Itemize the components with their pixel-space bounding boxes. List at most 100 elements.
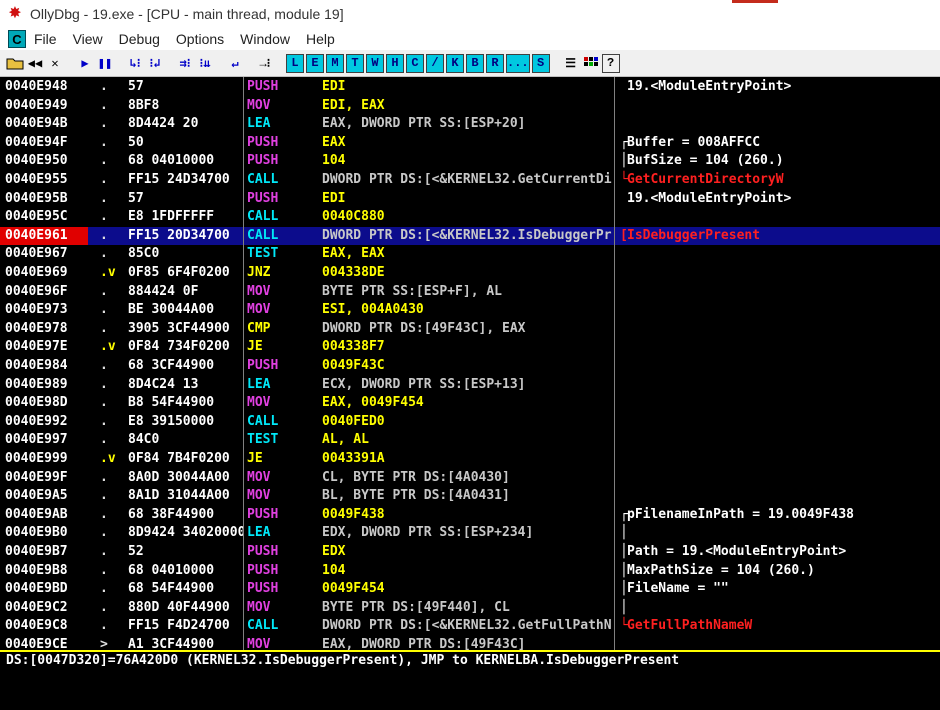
disassembly-row[interactable]: 0040E94F. 50 PUSH EAX ┌ Buffer = 008AFFCC <box>0 134 940 153</box>
column-divider-hex[interactable] <box>243 77 244 650</box>
mnemonic-cell: MOV <box>247 283 271 299</box>
comment-bracket: └ <box>620 618 628 634</box>
comment-cell: Path = 19.<ModuleEntryPoint> <box>627 544 847 559</box>
flow-marker: .v <box>100 451 116 466</box>
operands-cell: 0043391A <box>322 451 385 466</box>
toolbar-log-button[interactable]: L <box>286 53 304 73</box>
menu-view[interactable]: View <box>73 31 103 47</box>
disassembly-row[interactable]: 0040E98D. B8 54F44900 MOV EAX, 0049F454 <box>0 394 940 413</box>
disassembly-row[interactable]: 0040E9B8. 68 04010000 PUSH 104 │ MaxPathSize … <box>0 562 940 581</box>
toolbar-runtrace-button[interactable]: ... <box>506 53 530 73</box>
flow-marker: > <box>100 637 108 650</box>
toolbar-threads-button[interactable]: T <box>346 53 364 73</box>
menu-options[interactable]: Options <box>176 31 224 47</box>
toolbar-patches-button[interactable]: / <box>426 53 444 73</box>
trace-over-icon[interactable]: ⁝⇊ <box>196 54 214 73</box>
operands-cell: DWORD PTR DS:[49F43C], EAX <box>322 320 526 336</box>
disassembly-row[interactable]: 0040E997. 84C0 TEST AL, AL <box>0 431 940 450</box>
hex-dump-cell: 8D4C24 13 <box>128 376 199 392</box>
disassembly-row[interactable]: 0040E9AB. 68 38F44900 PUSH 0049F438 ┌ pFilena… <box>0 506 940 525</box>
address-cell: 0040E95B <box>5 190 68 206</box>
toolbar-executables-button[interactable]: E <box>306 53 324 73</box>
disassembly-row[interactable]: 0040E95C. E8 1FDFFFFF CALL 0040C880 <box>0 208 940 227</box>
mnemonic-cell: TEST <box>247 246 279 262</box>
flow-marker: . <box>100 246 108 262</box>
disassembly-row[interactable]: 0040E984. 68 3CF44900 PUSH 0049F43C <box>0 357 940 376</box>
toolbar-source-button[interactable]: S <box>531 53 550 73</box>
comment-bracket: ┌ <box>620 134 628 150</box>
address-cell: 0040E948 <box>5 79 68 94</box>
disassembly-row[interactable]: 0040E948. 57 PUSH EDI 19.<ModuleEntryPoint> <box>0 78 940 97</box>
toolbar-breakpoints-button[interactable]: B <box>466 53 484 73</box>
disassembly-row[interactable]: 0040E989. 8D4C24 13 LEA ECX, DWORD PTR SS:[… <box>0 376 940 395</box>
disassembly-row[interactable]: 0040E95B. 57 PUSH EDI 19.<ModuleEntryPoint> <box>0 190 940 209</box>
disassembly-row[interactable]: 0040E969 .v 0F85 6F4F0200 JNZ 004338DE <box>0 264 940 283</box>
comment-cell: Buffer = 008AFFCC <box>627 134 761 150</box>
flow-marker: . <box>100 302 108 318</box>
menu-debug[interactable]: Debug <box>119 31 160 47</box>
help-icon[interactable]: ? <box>601 53 620 73</box>
toolbar-windows-button[interactable]: W <box>366 53 384 73</box>
step-into-icon[interactable]: ↳⁝ <box>126 54 144 73</box>
disassembly-row[interactable]: 0040E9A5. 8A1D 31044A00 MOV BL, BYTE PTR DS… <box>0 487 940 506</box>
appearance-grid-icon[interactable] <box>582 54 600 73</box>
run-icon[interactable]: ▶ <box>76 54 94 73</box>
operands-cell: EAX, DWORD PTR SS:[ESP+20] <box>322 116 526 132</box>
disassembly-row[interactable]: 0040E950. 68 04010000 PUSH 104 │ BufSize = 10… <box>0 152 940 171</box>
disassembly-row[interactable]: 0040E9B0. 8D9424 34020000 LEA EDX, DWORD PT… <box>0 524 940 543</box>
menu-help[interactable]: Help <box>306 31 335 47</box>
hex-dump-cell: 8D4424 20 <box>128 116 199 132</box>
pause-icon[interactable]: ❚❚ <box>96 54 114 73</box>
disassembly-row[interactable]: 0040E973. BE 30044A00 MOV ESI, 004A0430 <box>0 301 940 320</box>
mnemonic-cell: CALL <box>247 172 279 187</box>
close-button-edge[interactable] <box>732 0 778 3</box>
toolbar-references-button[interactable]: R <box>486 53 504 73</box>
address-cell: 0040E997 <box>5 432 68 448</box>
operands-cell: EDX, DWORD PTR SS:[ESP+234] <box>322 525 534 541</box>
disassembly-row[interactable]: 0040E961. FF15 20D34700 CALL DWORD PTR DS:[… <box>0 226 940 246</box>
address-cell: 0040E969 <box>5 265 68 280</box>
disassembly-row[interactable]: 0040E9BD. 68 54F44900 PUSH 0049F454 │ FileNam… <box>0 580 940 599</box>
disassembly-row[interactable]: 0040E9CE > A1 3CF44900 MOV EAX, DWORD PTR DS… <box>0 636 940 650</box>
rewind-icon[interactable]: ◀◀ <box>26 54 44 73</box>
cpu-window-icon[interactable]: C <box>8 30 26 48</box>
address-cell: 0040E955 <box>5 172 68 187</box>
disassembly-row[interactable]: 0040E96F. 884424 0F MOV BYTE PTR SS:[ESP+F]… <box>0 283 940 302</box>
disassembly-row[interactable]: 0040E9B7. 52 PUSH EDX │ Path = 19.<ModuleEntr… <box>0 543 940 562</box>
disassembly-pane[interactable]: 0040E948. 57 PUSH EDI 19.<ModuleEntryPoint> 0… <box>0 77 940 650</box>
toolbar-callstack-button[interactable]: K <box>446 53 464 73</box>
disassembly-row[interactable]: 0040E949. 8BF8 MOV EDI, EAX <box>0 97 940 116</box>
comment-bracket: [ <box>620 227 628 243</box>
toolbar-memory-button[interactable]: M <box>326 53 344 73</box>
execute-till-return-icon[interactable]: ↵ <box>226 54 244 73</box>
operands-cell: 0040FED0 <box>322 413 385 429</box>
disassembly-row[interactable]: 0040E9C2. 880D 40F44900 MOV BYTE PTR DS:[49… <box>0 599 940 618</box>
disassembly-row[interactable]: 0040E97E .v 0F84 734F0200 JE 004338F7 <box>0 338 940 357</box>
comment-bracket: │ <box>620 562 628 578</box>
disassembly-row[interactable]: 0040E992. E8 39150000 CALL 0040FED0 <box>0 413 940 432</box>
column-divider-comment[interactable] <box>614 77 615 650</box>
disassembly-row[interactable]: 0040E999 .v 0F84 7B4F0200 JE 0043391A <box>0 450 940 469</box>
list-view-icon[interactable]: ☰ <box>562 54 580 73</box>
disassembly-row[interactable]: 0040E978. 3905 3CF44900 CMP DWORD PTR DS:[4… <box>0 320 940 339</box>
open-folder-icon[interactable] <box>6 54 24 73</box>
disassembly-row[interactable]: 0040E94B. 8D4424 20 LEA EAX, DWORD PTR SS:[… <box>0 115 940 134</box>
go-to-icon[interactable]: →⁝ <box>256 54 274 73</box>
step-over-icon[interactable]: ⁝↲ <box>146 54 164 73</box>
disassembly-row[interactable]: 0040E9C8. FF15 F4D24700 CALL DWORD PTR DS:[… <box>0 617 940 636</box>
disassembly-row[interactable]: 0040E99F. 8A0D 30044A00 MOV CL, BYTE PTR DS… <box>0 469 940 488</box>
menu-file[interactable]: File <box>34 31 57 47</box>
address-cell: 0040E961 <box>0 226 88 246</box>
operands-cell: EAX, 0049F454 <box>322 395 424 411</box>
trace-into-icon[interactable]: ⇉⁝ <box>176 54 194 73</box>
toolbar-cpu-button[interactable]: C <box>406 53 424 73</box>
disassembly-row[interactable]: 0040E955. FF15 24D34700 CALL DWORD PTR DS:[… <box>0 171 940 190</box>
disassembly-row[interactable]: 0040E967. 85C0 TEST EAX, EAX <box>0 245 940 264</box>
hex-dump-cell: 68 04010000 <box>128 153 215 169</box>
menu-window[interactable]: Window <box>240 31 290 47</box>
operands-cell: ESI, 004A0430 <box>322 302 424 318</box>
close-icon[interactable]: ✕ <box>46 54 64 73</box>
comment-bracket: │ <box>620 599 628 615</box>
mnemonic-cell: PUSH <box>247 358 279 373</box>
toolbar-handles-button[interactable]: H <box>386 53 404 73</box>
